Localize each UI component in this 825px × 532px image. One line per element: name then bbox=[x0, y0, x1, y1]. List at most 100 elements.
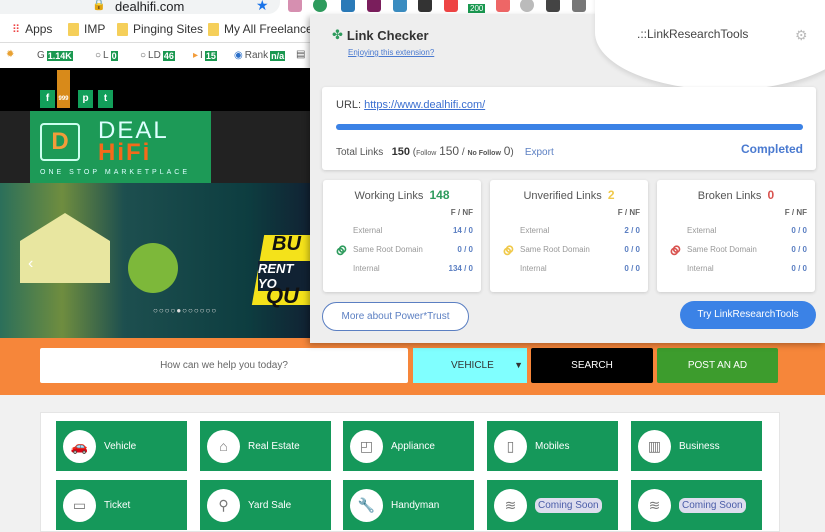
category-tile[interactable]: 🔧 Handyman bbox=[343, 480, 474, 530]
tag-icon: ⚲ bbox=[207, 488, 240, 522]
folder-icon bbox=[208, 22, 219, 36]
category-tile[interactable]: ≋ Coming Soon bbox=[631, 480, 762, 530]
house-icon: ⌂ bbox=[207, 429, 240, 463]
category-label: Real Estate bbox=[248, 440, 300, 452]
stat-row: Same Root Domain 0 / 0 bbox=[687, 245, 807, 254]
category-label: Coming Soon bbox=[679, 497, 746, 513]
banner-text: QU bbox=[266, 283, 299, 308]
apps-icon: ⠿ bbox=[12, 23, 21, 36]
post-ad-button[interactable]: POST AN AD bbox=[657, 348, 778, 383]
bookmark-label: Pinging Sites bbox=[133, 22, 204, 36]
url-link[interactable]: https://www.dealhifi.com/ bbox=[364, 99, 485, 111]
row-label: Internal bbox=[353, 264, 380, 273]
prev-slide-icon[interactable]: ‹ bbox=[28, 255, 33, 273]
stat-row: External 14 / 0 bbox=[353, 226, 473, 235]
bookmark-imp[interactable]: IMP bbox=[68, 22, 105, 36]
category-tile[interactable]: ≋ Coming Soon bbox=[487, 480, 618, 530]
folder-icon bbox=[68, 22, 79, 36]
site-logo[interactable]: D DEAL HiFi ONE STOP MARKETPLACE bbox=[30, 111, 211, 183]
seo-label: LD bbox=[148, 50, 161, 61]
fnf-header: F / NF bbox=[617, 208, 640, 217]
twitter-icon[interactable]: t bbox=[98, 90, 113, 108]
link-stat-card: Unverified Links 2 F / NF ⚭ External 2 / 0… bbox=[490, 180, 648, 292]
seo-item[interactable]: G 1.14K bbox=[37, 50, 73, 61]
bookmark-label: IMP bbox=[84, 22, 106, 36]
seo-item[interactable]: ○ L 0 bbox=[95, 50, 118, 61]
status-text: Completed bbox=[740, 142, 803, 156]
card-count: 148 bbox=[429, 188, 450, 202]
ext-icon[interactable] bbox=[444, 0, 458, 12]
link-checker-ext-icon[interactable] bbox=[313, 0, 327, 12]
ext-icon[interactable] bbox=[520, 0, 534, 12]
category-tile[interactable]: ⌂ Real Estate bbox=[200, 421, 331, 471]
ext-icon[interactable] bbox=[496, 0, 510, 12]
seo-logo-icon: ✹ bbox=[6, 49, 15, 60]
category-tile[interactable]: ⚲ Yard Sale bbox=[200, 480, 331, 530]
bookmark-pinging[interactable]: Pinging Sites bbox=[117, 22, 203, 36]
category-select[interactable]: VEHICLE ▼ bbox=[413, 348, 527, 383]
lrt-logo[interactable]: .::LinkResearchTools bbox=[637, 27, 748, 41]
row-label: External bbox=[353, 226, 383, 235]
ext-icon[interactable] bbox=[546, 0, 560, 12]
row-value: 0 / 0 bbox=[791, 226, 807, 235]
search-button[interactable]: SEARCH bbox=[531, 348, 653, 383]
stat-row: Internal 0 / 0 bbox=[687, 264, 807, 273]
wrench-icon: 🔧 bbox=[350, 488, 383, 522]
select-value: VEHICLE bbox=[451, 360, 494, 371]
ext-icon[interactable] bbox=[572, 0, 586, 12]
ext-icon[interactable] bbox=[367, 0, 381, 12]
stat-row: Same Root Domain 0 / 0 bbox=[520, 245, 640, 254]
bookmark-apps[interactable]: ⠿ Apps bbox=[12, 22, 52, 36]
category-label: Mobiles bbox=[535, 440, 570, 452]
star-icon[interactable]: ★ bbox=[256, 0, 269, 14]
search-input[interactable]: How can we help you today? bbox=[40, 348, 408, 383]
ticket-icon: ▭ bbox=[63, 488, 96, 522]
row-label: External bbox=[520, 226, 550, 235]
pinterest-icon[interactable]: p bbox=[78, 90, 93, 108]
slide-dots[interactable]: ○○○○●○○○○○○ bbox=[153, 306, 217, 315]
house-image bbox=[20, 213, 110, 283]
category-tile[interactable]: ▭ Ticket bbox=[56, 480, 187, 530]
link-stat-card: Working Links 148 F / NF ⚭ External 14 / 0… bbox=[323, 180, 481, 292]
stat-row: External 0 / 0 bbox=[687, 226, 807, 235]
url-label: URL: bbox=[336, 99, 362, 111]
ext-icon[interactable] bbox=[341, 0, 355, 12]
category-label: Ticket bbox=[104, 499, 131, 511]
seo-item[interactable]: ▸ I 15 bbox=[193, 50, 217, 61]
fnf-header: F / NF bbox=[784, 208, 807, 217]
facebook-icon[interactable]: f bbox=[40, 90, 55, 108]
category-tile[interactable]: ◰ Appliance bbox=[343, 421, 474, 471]
layers-icon: ≋ bbox=[638, 488, 671, 522]
ext-icon[interactable] bbox=[393, 0, 407, 12]
toolbar-icon[interactable]: ▤ bbox=[296, 49, 305, 60]
category-tile[interactable]: ▯ Mobiles bbox=[487, 421, 618, 471]
category-tile[interactable]: 🚗 Vehicle bbox=[56, 421, 187, 471]
chevron-down-icon: ▼ bbox=[514, 360, 523, 370]
nofollow-label: No Follow bbox=[467, 150, 501, 157]
card-header: Broken Links 0 bbox=[657, 188, 815, 202]
seo-item[interactable]: ○ LD 46 bbox=[140, 50, 175, 61]
row-label: Same Root Domain bbox=[687, 245, 757, 254]
category-tile[interactable]: ▥ Business bbox=[631, 421, 762, 471]
try-lrt-button[interactable]: Try LinkResearchTools bbox=[680, 301, 816, 329]
row-label: Same Root Domain bbox=[520, 245, 590, 254]
card-header: Unverified Links 2 bbox=[490, 188, 648, 202]
follow-value: 150 bbox=[439, 144, 460, 158]
address-bar[interactable]: dealhifi.com bbox=[0, 0, 280, 14]
export-link[interactable]: Export bbox=[525, 147, 554, 158]
camera-ext-icon[interactable] bbox=[288, 0, 302, 12]
ext-badge[interactable]: 200 bbox=[468, 4, 486, 13]
seo-item[interactable]: ◉ Rank n/a bbox=[234, 50, 286, 61]
row-label: Internal bbox=[520, 264, 547, 273]
seo-label: I bbox=[200, 50, 203, 61]
power-trust-button[interactable]: More about Power*Trust bbox=[322, 302, 469, 331]
stat-row: Internal 0 / 0 bbox=[520, 264, 640, 273]
row-value: 2 / 0 bbox=[624, 226, 640, 235]
share-count[interactable]: 999 bbox=[57, 70, 70, 108]
link-checker-popup: ✤ Link Checker Enjoying this extension? … bbox=[310, 0, 825, 343]
nofollow-value: 0 bbox=[503, 144, 511, 158]
gear-icon[interactable]: ⚙ bbox=[795, 27, 808, 44]
feedback-link[interactable]: Enjoying this extension? bbox=[348, 48, 434, 57]
bookmark-label: Apps bbox=[25, 22, 53, 36]
ext-icon[interactable] bbox=[418, 0, 432, 12]
